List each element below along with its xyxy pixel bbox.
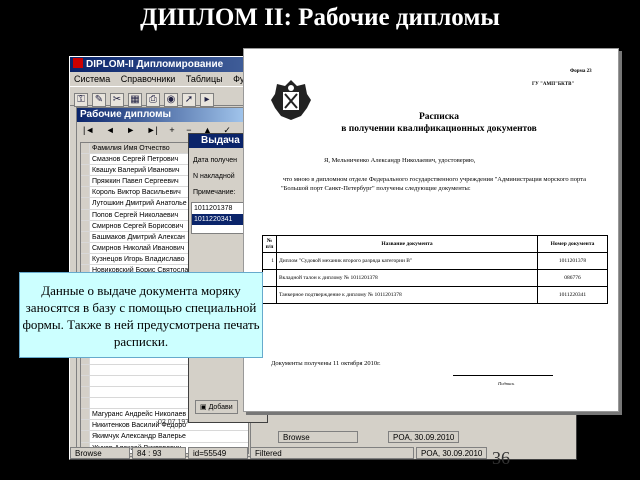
cursor-icon[interactable]: ➚ — [182, 93, 196, 107]
row-name: Король Виктор Васильевич — [92, 189, 181, 197]
received-date: Документы получены 11 октября 2010г. — [271, 360, 381, 367]
nav-first-button[interactable]: |◄ — [83, 125, 94, 135]
explanation-callout: Данные о выдаче документа моряку заносят… — [19, 272, 263, 358]
add-icon: ▣ — [200, 404, 209, 411]
row-name — [90, 376, 92, 386]
signature-line — [453, 375, 553, 376]
status-bar-top: Browse POA, 30.09.2010 — [70, 431, 576, 443]
row-indicator — [81, 253, 90, 265]
row-name: Пряжкин Павел Сергеевич — [92, 178, 179, 186]
menu-sistema[interactable]: Система — [74, 74, 110, 84]
status-user: POA, 30.09.2010 — [388, 431, 460, 443]
slide-title: ДИПЛОМ II: Рабочие дипломы — [140, 4, 500, 31]
menu-spravochniki[interactable]: Справочники — [121, 74, 176, 84]
table-row: Танкерное подтверждение к диплому № 1011… — [262, 286, 608, 304]
row-name: Попов Сергей Николаевич — [92, 211, 179, 219]
status-mode: Browse — [278, 431, 358, 443]
row-name: Фамилия Имя Отчество — [92, 145, 170, 152]
organization: ГУ "АМП"БКТВ" — [532, 82, 575, 87]
work-diplomas-title: Рабочие дипломы — [77, 108, 250, 122]
row-indicator — [81, 176, 90, 187]
cell-name: Вкладной талон к диплому № 1011201378 — [276, 269, 538, 287]
receipt-document: Форма 23 ГУ "АМП"БКТВ" Расписка в получе… — [243, 48, 619, 412]
row-name — [90, 398, 92, 408]
menu-tablitsy[interactable]: Таблицы — [186, 74, 223, 84]
receipt-title-line1: Расписка — [418, 112, 459, 122]
row-indicator — [81, 420, 90, 431]
documents-table: № п/п Название документа Номер документа… — [262, 235, 608, 304]
row-indicator — [81, 387, 90, 398]
row-name: Смазнов Сергей Петрович — [92, 156, 179, 164]
tools-icon[interactable]: ✎ — [92, 93, 106, 107]
nav-next-button[interactable]: ► — [126, 125, 135, 135]
row-indicator — [81, 198, 90, 209]
cell-number: 1011220341 — [537, 286, 608, 304]
receipt-title: Расписка в получении квалификационных до… — [284, 111, 594, 135]
cell-num: 1 — [262, 252, 277, 270]
form-number: Форма 23 — [570, 69, 592, 74]
nav-add-button[interactable]: + — [169, 125, 174, 135]
receipt-body: что мною в дипломном отделе Федерального… — [281, 176, 587, 192]
row-indicator — [81, 143, 90, 154]
row-indicator — [81, 220, 90, 231]
birth-date-fragment: 02.07.197 — [158, 419, 190, 426]
row-indicator — [81, 154, 90, 165]
row-name: Смирнов Сергей Борисович — [92, 222, 184, 230]
eye-icon[interactable]: ◉ — [164, 93, 178, 107]
cell-num — [262, 286, 277, 304]
row-indicator — [81, 209, 90, 220]
row-name — [90, 387, 92, 397]
tools2-icon[interactable]: ✂ — [110, 93, 124, 107]
cell-number: 1011201378 — [537, 252, 608, 270]
key-icon[interactable]: ⚿ — [74, 93, 88, 107]
nav-prev-button[interactable]: ◄ — [106, 125, 115, 135]
row-name: Смирнов Николай Иванович — [92, 244, 185, 252]
table-row: Вкладной талон к диплому № 1011201378 08… — [262, 269, 608, 287]
calendar-icon[interactable]: ▦ — [128, 93, 142, 107]
add-button-label: Добави — [208, 404, 233, 411]
more-icon[interactable]: ▸ — [200, 93, 214, 107]
receipt-intro: Я, Мельниченко Александр Николаевич, удо… — [324, 157, 476, 164]
cell-num — [262, 269, 277, 287]
row-name — [90, 365, 92, 375]
row-indicator — [81, 242, 90, 253]
print-icon[interactable]: ⎙ — [146, 93, 160, 107]
row-name: Кузнецов Игорь Владиславо — [92, 255, 185, 263]
row-indicator — [81, 231, 90, 242]
status-user: POA, 30.09.2010 — [416, 447, 488, 459]
receipt-title-line2: в получении квалификационных документов — [341, 124, 537, 134]
row-name: Лутошкин Дмитрий Анатолье — [92, 200, 187, 208]
nav-last-button[interactable]: ►| — [147, 125, 158, 135]
status-filter: Filtered — [250, 447, 414, 459]
status-id: id=55549 — [188, 447, 248, 459]
slide-number: 36 — [492, 448, 510, 468]
row-indicator — [81, 398, 90, 409]
row-name: Башмаков Дмитрий Алексан — [92, 233, 185, 241]
cell-number: 086776 — [537, 269, 608, 287]
row-indicator — [81, 187, 90, 198]
status-mode: Browse — [70, 447, 130, 459]
row-indicator — [81, 375, 90, 387]
col-header-num: № п/п — [262, 235, 277, 253]
col-header-name: Название документа — [276, 235, 538, 253]
status-position: 84 : 93 — [132, 447, 186, 459]
table-row: 1 Диплом "Судовой механик второго разряд… — [262, 252, 608, 270]
app-title: DIPLOM-II Дипломирование — [86, 59, 224, 70]
row-indicator — [81, 409, 90, 420]
row-name: Квашук Валерий Иванович — [92, 167, 180, 175]
col-header-number: Номер документа — [537, 235, 608, 253]
cell-name: Диплом "Судовой механик второго разряда … — [276, 252, 538, 270]
row-name: Магуранс Андрейс Николаев — [92, 411, 187, 419]
cell-name: Танкерное подтверждение к диплому № 1011… — [276, 286, 538, 304]
add-button[interactable]: ▣ Добави — [195, 400, 238, 414]
row-indicator — [81, 165, 90, 176]
app-icon — [73, 58, 83, 68]
signature-label: Подпись — [498, 381, 515, 386]
row-indicator — [81, 364, 90, 375]
